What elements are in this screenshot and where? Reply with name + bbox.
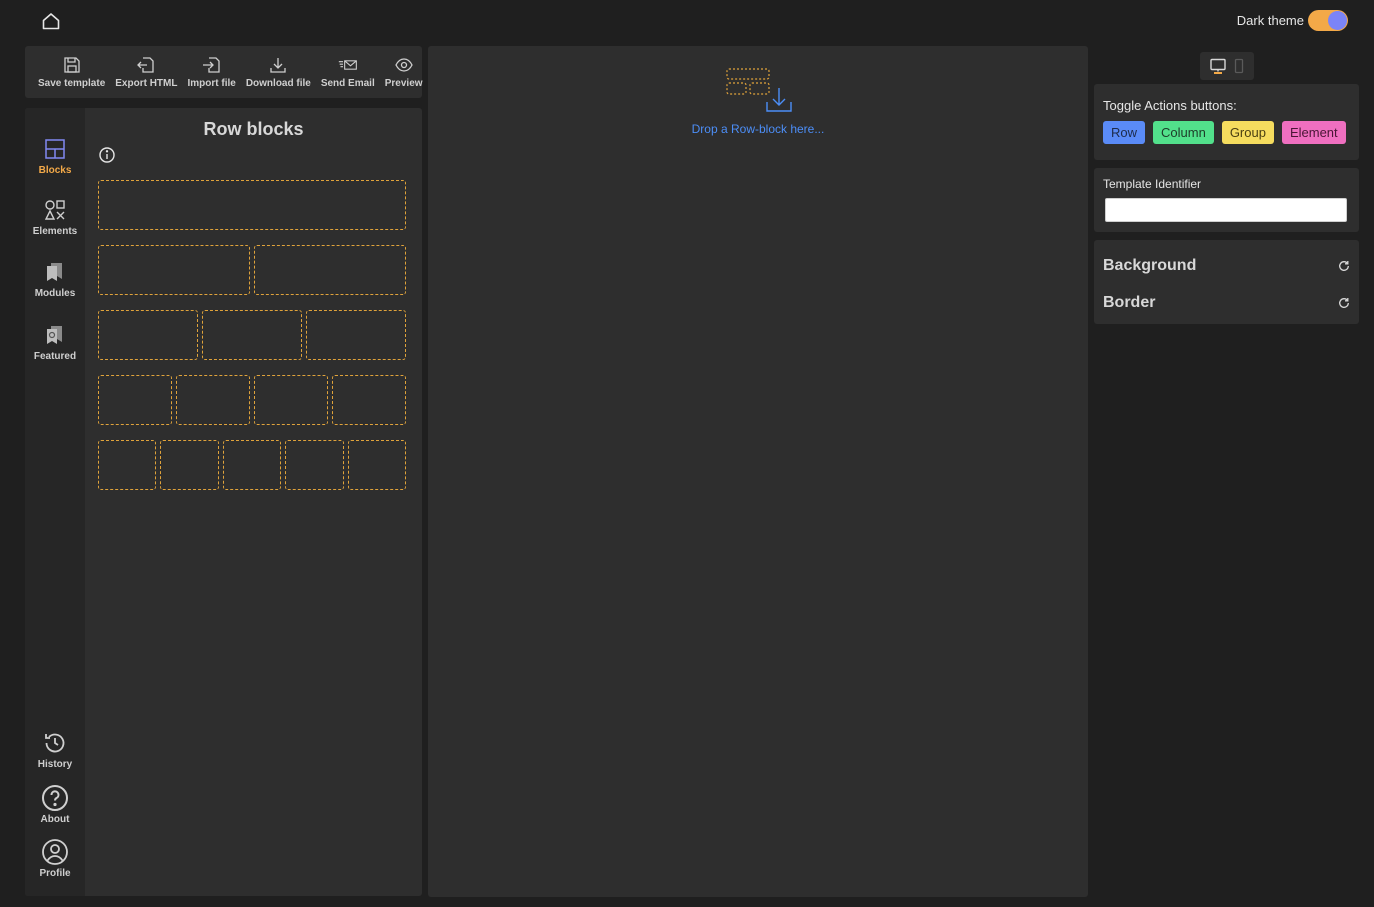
- left-panel: Blocks Elements Modules Featured History…: [25, 108, 422, 896]
- mobile-view-button[interactable]: [1233, 58, 1245, 74]
- switch-knob: [1328, 11, 1347, 30]
- block-column: [202, 310, 302, 360]
- tool-label: Save template: [38, 78, 106, 89]
- block-column: [222, 440, 282, 490]
- block-column: [98, 180, 406, 230]
- toggle-actions-card: Toggle Actions buttons: Row Column Group…: [1094, 84, 1359, 160]
- tool-label: Download file: [245, 78, 311, 89]
- sidebar-item-profile[interactable]: Profile: [25, 838, 85, 879]
- block-column: [254, 375, 328, 425]
- save-icon: [63, 57, 80, 73]
- border-section[interactable]: Border: [1103, 291, 1350, 315]
- row-drop-zone[interactable]: Drop a Row-block here...: [428, 66, 1088, 136]
- home-button[interactable]: [40, 10, 62, 32]
- style-sections-card: Background Border: [1094, 240, 1359, 324]
- toggle-row-button[interactable]: Row: [1103, 121, 1146, 144]
- toggle-element-button[interactable]: Element: [1281, 121, 1346, 144]
- export-html-button[interactable]: Export HTML: [110, 46, 182, 98]
- email-icon: [338, 60, 357, 70]
- row-blocks-panel: Row blocks: [85, 108, 422, 896]
- sidebar-item-featured[interactable]: Featured: [25, 323, 85, 362]
- reset-icon[interactable]: [1338, 260, 1350, 272]
- sidebar-item-elements[interactable]: Elements: [25, 198, 85, 237]
- import-file-button[interactable]: Import file: [182, 46, 240, 98]
- identifier-label: Template Identifier: [1103, 177, 1202, 191]
- block-column: [98, 245, 250, 295]
- save-template-button[interactable]: Save template: [33, 46, 110, 98]
- toggle-column-button[interactable]: Column: [1153, 121, 1214, 144]
- sidebar-item-blocks[interactable]: Blocks: [25, 137, 85, 176]
- eye-icon: [394, 58, 413, 72]
- download-icon: [270, 58, 286, 73]
- sidebar: Blocks Elements Modules Featured History…: [25, 108, 85, 896]
- row-block-5-col[interactable]: [98, 440, 407, 490]
- mobile-icon: [1234, 58, 1244, 74]
- block-column: [176, 375, 250, 425]
- block-column: [98, 375, 172, 425]
- tool-label: Export HTML: [115, 78, 178, 89]
- help-icon: [42, 785, 68, 811]
- background-section[interactable]: Background: [1103, 254, 1350, 278]
- theme-toggle-group: Dark theme: [1237, 10, 1348, 31]
- template-canvas[interactable]: Drop a Row-block here...: [428, 46, 1088, 897]
- toggle-group-button[interactable]: Group: [1221, 121, 1274, 144]
- sidebar-label: History: [37, 759, 73, 770]
- row-block-1-col[interactable]: [98, 180, 406, 230]
- section-title: Border: [1103, 294, 1156, 311]
- row-block-2-col[interactable]: [98, 245, 406, 295]
- section-title: Background: [1103, 257, 1197, 274]
- desktop-icon: [1210, 58, 1226, 74]
- panel-title: Row blocks: [203, 119, 304, 139]
- action-toggle-buttons: Row Column Group Element: [1103, 121, 1350, 144]
- sidebar-item-about[interactable]: About: [25, 784, 85, 825]
- row-block-4-col[interactable]: [98, 375, 406, 425]
- block-column: [306, 310, 406, 360]
- profile-icon: [42, 839, 68, 865]
- theme-label: Dark theme: [1236, 13, 1304, 28]
- sidebar-label: Blocks: [38, 165, 72, 176]
- sidebar-item-history[interactable]: History: [25, 731, 85, 770]
- tool-label: Import file: [187, 78, 236, 89]
- sidebar-label: Profile: [39, 868, 71, 879]
- main-toolbar: Save template Export HTML Import file Do…: [25, 46, 423, 98]
- tool-label: Send Email: [320, 78, 375, 89]
- sidebar-item-modules[interactable]: Modules: [25, 260, 85, 299]
- shapes-icon: [44, 200, 65, 220]
- block-column: [98, 310, 198, 360]
- reset-icon[interactable]: [1338, 297, 1350, 309]
- dark-theme-switch[interactable]: [1308, 10, 1348, 31]
- import-icon: [202, 57, 220, 73]
- block-column: [332, 375, 406, 425]
- block-column: [254, 245, 406, 295]
- home-icon: [42, 13, 60, 30]
- blocks-icon: [45, 139, 65, 159]
- modules-icon: [47, 263, 62, 281]
- tool-label: Preview: [384, 78, 423, 89]
- template-identifier-card: Template Identifier: [1094, 168, 1359, 232]
- row-block-3-col[interactable]: [98, 310, 406, 360]
- preview-button[interactable]: Preview: [380, 46, 428, 98]
- sidebar-label: Elements: [32, 226, 78, 237]
- export-icon: [137, 57, 155, 73]
- drop-zone-text: Drop a Row-block here...: [691, 122, 825, 136]
- block-column: [347, 440, 407, 490]
- block-column: [160, 440, 219, 490]
- drop-row-icon: [726, 68, 792, 112]
- send-email-button[interactable]: Send Email: [316, 46, 380, 98]
- sidebar-label: Featured: [33, 351, 77, 362]
- featured-icon: [47, 326, 62, 344]
- actions-label: Toggle Actions buttons:: [1103, 98, 1237, 113]
- template-identifier-input[interactable]: [1105, 198, 1347, 222]
- sidebar-label: Modules: [34, 288, 76, 299]
- device-toggle: [1200, 52, 1254, 80]
- desktop-view-button[interactable]: [1209, 57, 1227, 75]
- block-column: [98, 440, 157, 490]
- download-file-button[interactable]: Download file: [241, 46, 316, 98]
- block-column: [285, 440, 344, 490]
- sidebar-label: About: [40, 814, 70, 825]
- info-icon[interactable]: [98, 146, 116, 164]
- history-icon: [45, 733, 65, 753]
